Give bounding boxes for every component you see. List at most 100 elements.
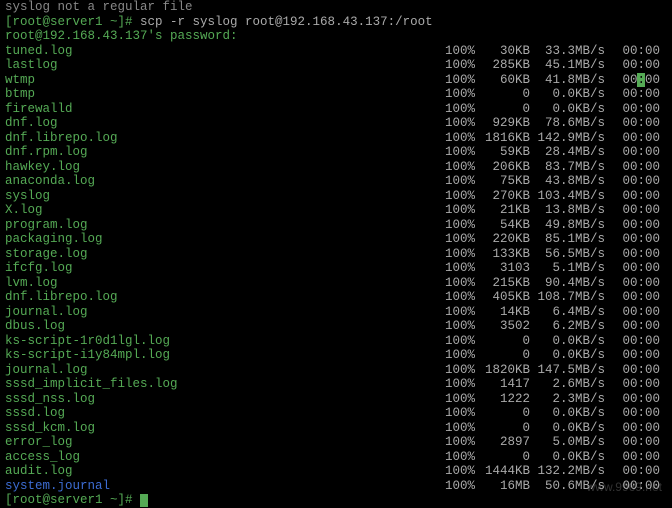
file-name: sssd_kcm.log	[5, 421, 435, 436]
eta: 00:00	[605, 392, 660, 407]
eta: 00:00	[605, 305, 660, 320]
size: 1222	[475, 392, 530, 407]
transfer-row: dnf.rpm.log100%59KB28.4MB/s00:00	[0, 145, 672, 160]
size: 0	[475, 421, 530, 436]
eta: 00:00	[605, 189, 660, 204]
eta: 00:00	[605, 261, 660, 276]
file-name: journal.log	[5, 305, 435, 320]
percent: 100%	[435, 203, 475, 218]
transfer-row: packaging.log100%220KB85.1MB/s00:00	[0, 232, 672, 247]
size: 3103	[475, 261, 530, 276]
size: 0	[475, 450, 530, 465]
file-name: sssd_implicit_files.log	[5, 377, 435, 392]
transfer-row: wtmp100%60KB41.8MB/s00:00	[0, 73, 672, 88]
speed: 142.9MB/s	[530, 131, 605, 146]
percent: 100%	[435, 450, 475, 465]
transfer-row: firewalld100%00.0KB/s00:00	[0, 102, 672, 117]
transfer-row: hawkey.log100%206KB83.7MB/s00:00	[0, 160, 672, 175]
transfer-row: journal.log100%1820KB147.5MB/s00:00	[0, 363, 672, 378]
file-name: access_log	[5, 450, 435, 465]
percent: 100%	[435, 479, 475, 494]
percent: 100%	[435, 131, 475, 146]
transfer-row: dbus.log100%35026.2MB/s00:00	[0, 319, 672, 334]
speed: 41.8MB/s	[530, 73, 605, 88]
size: 0	[475, 87, 530, 102]
speed: 5.0MB/s	[530, 435, 605, 450]
size: 2897	[475, 435, 530, 450]
transfer-row: sssd_implicit_files.log100%14172.6MB/s00…	[0, 377, 672, 392]
transfer-row: ks-script-1r0d1lgl.log100%00.0KB/s00:00	[0, 334, 672, 349]
size: 215KB	[475, 276, 530, 291]
percent: 100%	[435, 319, 475, 334]
size: 14KB	[475, 305, 530, 320]
size: 60KB	[475, 73, 530, 88]
percent: 100%	[435, 421, 475, 436]
file-name: error_log	[5, 435, 435, 450]
file-name: sssd.log	[5, 406, 435, 421]
transfer-row: program.log100%54KB49.8MB/s00:00	[0, 218, 672, 233]
size: 220KB	[475, 232, 530, 247]
file-name: packaging.log	[5, 232, 435, 247]
eta: 00:00	[605, 435, 660, 450]
shell-prompt[interactable]: [root@server1 ~]#	[0, 493, 672, 508]
percent: 100%	[435, 392, 475, 407]
speed: 50.6MB/s	[530, 479, 605, 494]
transfer-row: tuned.log100%30KB33.3MB/s00:00	[0, 44, 672, 59]
transfer-row: syslog100%270KB103.4MB/s00:00	[0, 189, 672, 204]
speed: 5.1MB/s	[530, 261, 605, 276]
transfer-row: sssd_nss.log100%12222.3MB/s00:00	[0, 392, 672, 407]
percent: 100%	[435, 435, 475, 450]
size: 206KB	[475, 160, 530, 175]
transfer-row: sssd_kcm.log100%00.0KB/s00:00	[0, 421, 672, 436]
hint-line: syslog not a regular file	[0, 0, 672, 15]
file-name: dnf.librepo.log	[5, 131, 435, 146]
percent: 100%	[435, 348, 475, 363]
percent: 100%	[435, 218, 475, 233]
transfer-row: dnf.log100%929KB78.6MB/s00:00	[0, 116, 672, 131]
file-name: hawkey.log	[5, 160, 435, 175]
speed: 85.1MB/s	[530, 232, 605, 247]
speed: 0.0KB/s	[530, 450, 605, 465]
speed: 33.3MB/s	[530, 44, 605, 59]
eta: 00:00	[605, 377, 660, 392]
percent: 100%	[435, 174, 475, 189]
size: 0	[475, 406, 530, 421]
file-name: ks-script-1r0d1lgl.log	[5, 334, 435, 349]
eta: 00:00	[605, 363, 660, 378]
eta: 00:00	[605, 174, 660, 189]
percent: 100%	[435, 377, 475, 392]
speed: 43.8MB/s	[530, 174, 605, 189]
speed: 2.6MB/s	[530, 377, 605, 392]
transfer-row: anaconda.log100%75KB43.8MB/s00:00	[0, 174, 672, 189]
percent: 100%	[435, 145, 475, 160]
transfer-row: error_log100%28975.0MB/s00:00	[0, 435, 672, 450]
file-name: dnf.log	[5, 116, 435, 131]
file-name: dbus.log	[5, 319, 435, 334]
percent: 100%	[435, 116, 475, 131]
file-name: lvm.log	[5, 276, 435, 291]
transfer-row: access_log100%00.0KB/s00:00	[0, 450, 672, 465]
percent: 100%	[435, 305, 475, 320]
size: 405KB	[475, 290, 530, 305]
eta: 00:00	[605, 247, 660, 262]
eta: 00:00	[605, 232, 660, 247]
transfer-row: lastlog100%285KB45.1MB/s00:00	[0, 58, 672, 73]
eta: 00:00	[605, 203, 660, 218]
transfer-row: sssd.log100%00.0KB/s00:00	[0, 406, 672, 421]
file-name: anaconda.log	[5, 174, 435, 189]
file-name: storage.log	[5, 247, 435, 262]
file-name: dnf.librepo.log	[5, 290, 435, 305]
eta: 00:00	[605, 290, 660, 305]
size: 929KB	[475, 116, 530, 131]
transfer-row: dnf.librepo.log100%1816KB142.9MB/s00:00	[0, 131, 672, 146]
eta: 00:00	[605, 145, 660, 160]
transfer-row: ifcfg.log100%31035.1MB/s00:00	[0, 261, 672, 276]
eta: 00:00	[605, 406, 660, 421]
file-name: syslog	[5, 189, 435, 204]
percent: 100%	[435, 247, 475, 262]
file-name: sssd_nss.log	[5, 392, 435, 407]
speed: 0.0KB/s	[530, 102, 605, 117]
transfer-row: X.log100%21KB13.8MB/s00:00	[0, 203, 672, 218]
size: 1444KB	[475, 464, 530, 479]
transfer-row: btmp100%00.0KB/s00:00	[0, 87, 672, 102]
